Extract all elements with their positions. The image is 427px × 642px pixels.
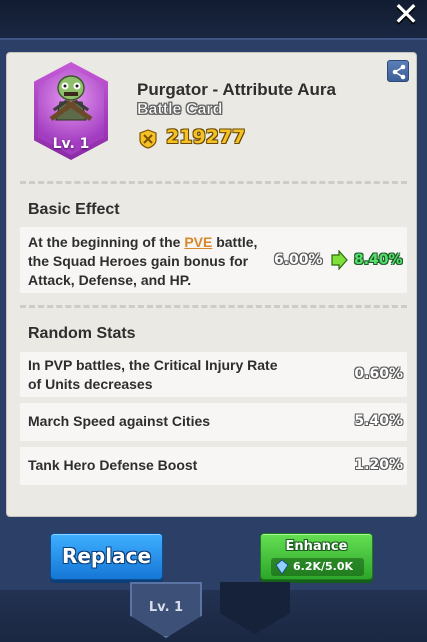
effect-text-before: At the beginning of the <box>28 234 185 250</box>
enhance-button[interactable]: Enhance 6.2K/5.0K <box>260 533 373 580</box>
stat-value: 5.40% <box>354 413 403 429</box>
close-button[interactable]: ✕ <box>389 0 423 30</box>
hero-portrait: Lv. 1 <box>34 62 108 160</box>
basic-effect-description: At the beginning of the PVE battle, the … <box>28 233 268 290</box>
replace-button[interactable]: Replace <box>50 533 163 580</box>
power-icon <box>139 129 157 149</box>
card-title: Purgator - Attribute Aura <box>137 80 336 99</box>
enhance-cost-value: 6.2K/5.0K <box>293 560 354 573</box>
basic-effect-heading: Basic Effect <box>28 201 120 218</box>
stat-value: 0.60% <box>354 366 403 382</box>
stat-row: In PVP battles, the Critical Injury Rate… <box>20 352 407 397</box>
share-icon <box>392 64 406 80</box>
card-subtitle: Battle Card <box>137 101 223 119</box>
arrow-right-icon <box>331 250 348 270</box>
stat-label: In PVP battles, the Critical Injury Rate… <box>28 357 278 392</box>
share-button[interactable] <box>387 60 409 82</box>
close-icon: ✕ <box>392 0 420 33</box>
stat-row: Tank Hero Defense Boost 1.20% <box>20 447 407 485</box>
stat-row: March Speed against Cities 5.40% <box>20 403 407 441</box>
basic-effect-row: At the beginning of the PVE battle, the … <box>20 227 407 293</box>
stat-label: Tank Hero Defense Boost <box>28 457 198 473</box>
random-stats-heading: Random Stats <box>28 325 136 342</box>
bottom-bar-background <box>0 590 427 642</box>
divider <box>20 305 407 308</box>
enhance-cost: 6.2K/5.0K <box>271 558 364 576</box>
stat-label: March Speed against Cities <box>28 413 211 429</box>
divider <box>20 181 407 184</box>
top-bar-background <box>0 0 427 40</box>
effect-current-value: 6.00% <box>274 252 323 268</box>
zombie-hero-icon <box>49 75 93 122</box>
power-value: 219277 <box>166 126 246 148</box>
pve-link[interactable]: PVE <box>184 234 212 250</box>
effect-next-value: 8.40% <box>354 252 403 268</box>
hero-level: Lv. 1 <box>52 136 90 152</box>
enhance-label: Enhance <box>285 539 348 554</box>
stat-value: 1.20% <box>354 457 403 473</box>
background-badge-level: Lv. 1 <box>148 600 184 615</box>
material-icon <box>275 559 289 575</box>
